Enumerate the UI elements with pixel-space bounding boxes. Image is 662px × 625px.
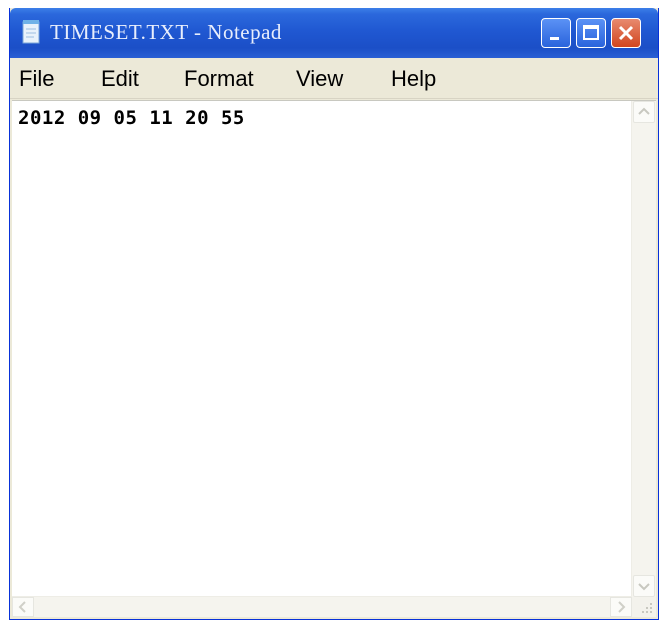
menu-bar: File Edit Format View Help [10,58,658,99]
document-content[interactable]: 2012 09 05 11 20 55 [18,107,245,129]
chevron-left-icon [18,601,26,613]
chevron-right-icon [618,601,626,613]
chevron-down-icon [638,583,650,591]
menu-view[interactable]: View [296,66,343,92]
title-bar[interactable]: TIMESET.TXT - Notepad [10,8,658,58]
horizontal-scrollbar[interactable] [12,596,632,617]
scroll-right-button[interactable] [610,597,632,617]
menu-format[interactable]: Format [184,66,254,92]
minimize-icon [550,37,559,40]
resize-grip-icon [642,603,652,613]
text-editor[interactable]: 2012 09 05 11 20 55 [12,100,656,617]
notepad-window: TIMESET.TXT - Notepad File Edit Format V… [9,8,659,620]
menu-edit[interactable]: Edit [101,66,139,92]
maximize-button[interactable] [576,18,606,48]
scroll-left-button[interactable] [12,597,34,617]
resize-grip[interactable] [632,597,656,617]
menu-help[interactable]: Help [391,66,436,92]
menu-view-label: View [296,66,344,91]
close-icon [618,25,634,41]
menu-file-label: File [19,66,55,91]
menu-help-label: Help [391,66,437,91]
scroll-up-button[interactable] [633,101,655,123]
minimize-button[interactable] [541,18,571,48]
menu-format-label: Format [184,66,254,91]
menu-file[interactable]: File [19,66,54,92]
chevron-up-icon [638,107,650,115]
menu-edit-label: Edit [101,66,139,91]
close-button[interactable] [611,18,641,48]
window-title: TIMESET.TXT - Notepad [50,20,282,44]
notepad-icon[interactable] [20,19,42,45]
maximize-icon [583,25,599,40]
scroll-down-button[interactable] [633,575,655,597]
vertical-scrollbar[interactable] [631,101,656,597]
